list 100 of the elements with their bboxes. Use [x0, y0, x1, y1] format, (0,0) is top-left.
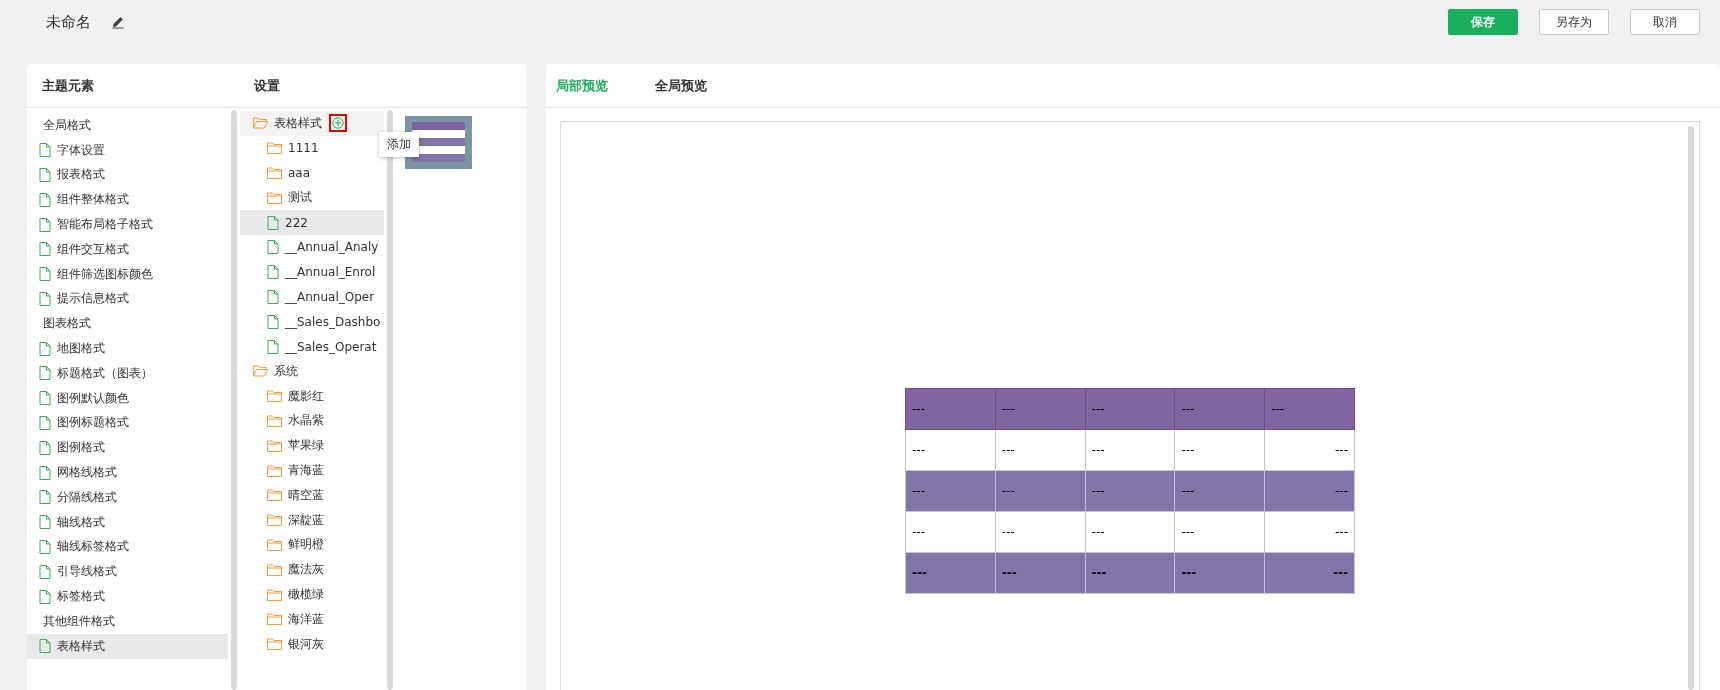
tree-item[interactable]: 测试 — [240, 185, 385, 211]
tree-item[interactable]: aaa — [240, 160, 385, 186]
element-item[interactable]: 报表格式 — [27, 162, 228, 188]
table-cell: --- — [1174, 470, 1265, 512]
column-heading: 主题元素 — [42, 76, 95, 95]
folder-icon — [267, 414, 282, 427]
folder-icon — [267, 563, 282, 576]
tooltip: 添加 — [379, 132, 419, 157]
element-item[interactable]: 轴线格式 — [27, 509, 228, 535]
table-cell: --- — [905, 511, 996, 553]
edit-icon[interactable] — [111, 15, 125, 29]
tree-item[interactable]: 222 — [240, 210, 385, 235]
table-cell: --- — [905, 429, 996, 471]
scrollbar[interactable] — [1688, 126, 1694, 690]
element-item[interactable]: 标签格式 — [27, 584, 228, 609]
document-icon — [39, 564, 51, 579]
table-cell: --- — [1174, 552, 1265, 594]
tree-item[interactable]: 鲜明橙 — [240, 532, 385, 558]
preview-tab[interactable]: 全局预览 — [655, 76, 707, 95]
tree-item[interactable]: __Annual_Enrol — [240, 259, 385, 285]
document-icon — [267, 240, 279, 255]
table-cell: --- — [1085, 511, 1175, 553]
element-item[interactable]: 字体设置 — [27, 137, 228, 163]
element-item[interactable]: 提示信息格式 — [27, 286, 228, 312]
document-icon — [39, 242, 51, 257]
table-cell: --- — [1174, 511, 1265, 553]
folder-icon — [253, 365, 268, 378]
tree-item[interactable]: 橄榄绿 — [240, 582, 385, 607]
tree-item[interactable]: 晴空蓝 — [240, 482, 385, 508]
tree-folder[interactable]: 系统 — [240, 358, 385, 384]
document-icon — [39, 589, 51, 604]
table-cell: --- — [1085, 470, 1175, 512]
document-icon — [39, 465, 51, 480]
document-icon — [267, 215, 279, 230]
element-item[interactable]: 组件筛选图标颜色 — [27, 261, 228, 287]
table-cell: --- — [1085, 429, 1175, 471]
folder-icon — [267, 613, 282, 626]
element-item[interactable]: 图例默认颜色 — [27, 385, 228, 411]
element-item[interactable]: 组件交互格式 — [27, 237, 228, 262]
element-item[interactable]: 分隔线格式 — [27, 484, 228, 510]
table-cell: --- — [1264, 511, 1355, 553]
tree-folder[interactable]: 表格样式 — [240, 111, 385, 136]
folder-icon — [267, 191, 282, 204]
tree-item[interactable]: __Annual_Analy — [240, 235, 385, 260]
element-item[interactable]: 图例格式 — [27, 435, 228, 461]
column-heading: 设置 — [254, 76, 281, 95]
table-cell: --- — [905, 552, 996, 594]
folder-icon — [267, 439, 282, 452]
document-icon — [39, 391, 51, 406]
tree-item[interactable]: 魔影红 — [240, 383, 385, 409]
tree-item[interactable]: 海洋蓝 — [240, 606, 385, 632]
tree-item[interactable]: 魔法灰 — [240, 557, 385, 583]
element-item[interactable]: 轴线标签格式 — [27, 534, 228, 560]
element-item[interactable]: 智能布局格子格式 — [27, 212, 228, 237]
folder-icon — [267, 489, 282, 502]
folder-icon — [267, 638, 282, 651]
table-cell: --- — [1264, 552, 1355, 594]
document-icon — [267, 265, 279, 280]
element-item[interactable]: 表格样式 — [27, 633, 228, 659]
document-icon — [39, 291, 51, 306]
document-icon — [39, 168, 51, 182]
element-item[interactable]: 图例标题格式 — [27, 410, 228, 436]
document-icon — [39, 341, 51, 356]
table-cell: --- — [1264, 429, 1355, 471]
table-cell: --- — [1174, 388, 1265, 430]
tree-item[interactable]: __Annual_Oper — [240, 284, 385, 310]
document-icon — [39, 217, 51, 232]
add-button[interactable] — [329, 114, 347, 133]
element-item[interactable]: 地图格式 — [27, 336, 228, 361]
document-icon — [267, 314, 279, 329]
tree-item[interactable]: 青海蓝 — [240, 458, 385, 483]
group-label: 其他组件格式 — [42, 612, 116, 630]
action-button[interactable]: 另存为 — [1539, 9, 1609, 35]
tree-item[interactable]: 苹果绿 — [240, 433, 385, 459]
element-item[interactable]: 组件整体格式 — [27, 187, 228, 213]
tree-item[interactable]: __Sales_Operat — [240, 334, 385, 359]
element-item[interactable]: 标题格式（图表） — [27, 360, 228, 386]
tree-item[interactable]: 深靛蓝 — [240, 507, 385, 533]
group-label: 图表格式 — [42, 315, 92, 333]
table-cell: --- — [995, 552, 1086, 594]
table-cell: --- — [1085, 388, 1175, 430]
action-button[interactable]: 取消 — [1630, 9, 1700, 35]
table-cell: --- — [1264, 470, 1355, 512]
tree-item[interactable]: __Sales_Dashbo — [240, 309, 385, 335]
folder-icon — [267, 588, 282, 601]
document-icon — [39, 490, 51, 505]
tree-item[interactable]: 水晶紫 — [240, 408, 385, 434]
document-icon — [39, 192, 51, 207]
tree-item[interactable]: 银河灰 — [240, 631, 385, 657]
table-cell: --- — [905, 388, 996, 430]
folder-icon — [267, 464, 282, 477]
table-cell: --- — [995, 388, 1086, 430]
element-item[interactable]: 网格线格式 — [27, 460, 228, 485]
document-icon — [267, 339, 279, 354]
scrollbar[interactable] — [231, 110, 237, 690]
element-item[interactable]: 引导线格式 — [27, 559, 228, 585]
document-icon — [39, 366, 51, 381]
folder-icon — [267, 167, 282, 179]
document-icon — [39, 440, 51, 455]
document-icon — [39, 143, 51, 158]
